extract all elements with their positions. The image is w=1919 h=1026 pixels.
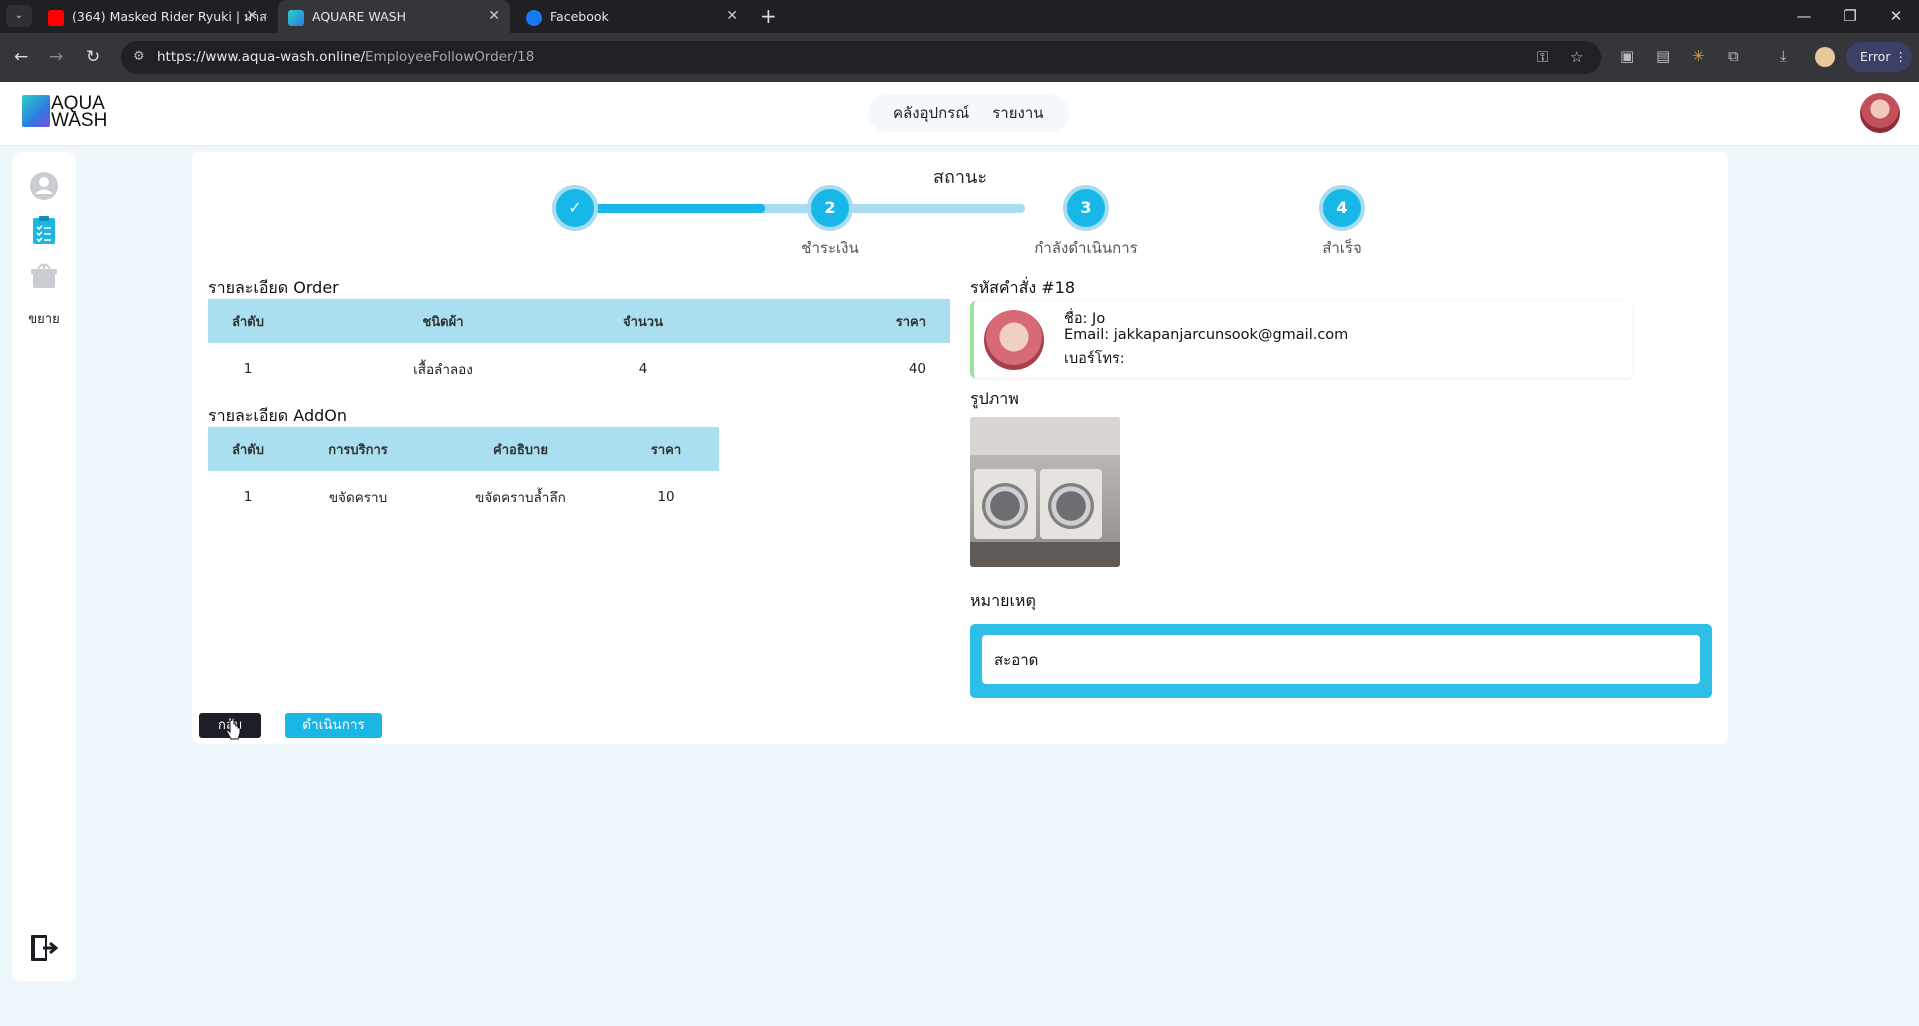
- tab-title: (364) Masked Rider Ryuki | มาสค์: [72, 9, 268, 24]
- column-header: ชนิดผ้า: [288, 299, 598, 343]
- customer-card: ชื่อ: Jo Email: jakkapanjarcunsook@gmail…: [970, 301, 1632, 378]
- step-4: 4: [1319, 185, 1365, 231]
- bookmark-star-icon[interactable]: ☆: [1570, 48, 1583, 66]
- close-icon[interactable]: ✕: [488, 0, 500, 33]
- avatar: [984, 310, 1044, 370]
- app-header: AQUA WASH คลังอุปกรณ์ รายงาน: [0, 82, 1919, 145]
- table-cell: ขจัดคราบล้ำลึก: [475, 490, 566, 506]
- table-cell: ขจัดคราบ: [328, 490, 388, 506]
- addon-table: ลำดับ การบริการ คำอธิบาย ราคา 1 ขจัดคราบ…: [208, 427, 719, 523]
- step-3: 3: [1063, 185, 1109, 231]
- step-2: 2: [807, 185, 853, 231]
- address-bar[interactable]: ⚙ https://www.aqua-wash.online/EmployeeF…: [121, 41, 1601, 74]
- tab-search-button[interactable]: ⌄: [6, 5, 32, 27]
- customer-email: Email: jakkapanjarcunsook@gmail.com: [1064, 327, 1349, 343]
- table-cell: 1: [243, 489, 253, 505]
- site-info-icon[interactable]: ⚙: [133, 49, 145, 64]
- restore-button[interactable]: ❐: [1827, 0, 1873, 33]
- forward-arrow-icon[interactable]: →: [49, 46, 63, 68]
- puzzle-icon[interactable]: ⧉: [1728, 47, 1739, 65]
- column-header: การบริการ: [288, 427, 428, 471]
- image-section-title: รูปภาพ: [970, 389, 1019, 408]
- user-icon[interactable]: [28, 170, 60, 202]
- aquawash-icon: [288, 9, 304, 26]
- tab-title: Facebook: [550, 9, 609, 24]
- step-3-label: กำลังดำเนินการ: [1034, 239, 1138, 257]
- logo-text: AQUA WASH: [51, 93, 108, 131]
- note-container: [970, 624, 1712, 698]
- browser-toolbar: ← → ↻ ⚙ https://www.aqua-wash.online/Emp…: [0, 33, 1919, 82]
- table-cell: 10: [657, 489, 675, 505]
- gift-box-icon[interactable]: [28, 260, 60, 292]
- table-row: 1 ขจัดคราบ ขจัดคราบล้ำลึก 10: [208, 471, 719, 523]
- reload-icon[interactable]: ↻: [86, 46, 100, 68]
- note-title: หมายเหตุ: [970, 591, 1036, 610]
- extension-icon[interactable]: ✳: [1692, 47, 1705, 65]
- tab-youtube[interactable]: (364) Masked Rider Ryuki | มาสค์ ✕: [38, 0, 268, 33]
- status-stepper: สถานะ ✓ 2 ชำระเงิน 3 กำลังดำเนินการ 4 สำ…: [192, 152, 1728, 262]
- close-window-button[interactable]: ✕: [1873, 0, 1919, 33]
- table-cell: 40: [908, 361, 926, 377]
- menu-item-inventory[interactable]: คลังอุปกรณ์: [893, 94, 969, 132]
- addon-section-title: รายละเอียด AddOn: [208, 406, 347, 425]
- logo-mark: [22, 95, 50, 127]
- tab-facebook[interactable]: Facebook ✕: [516, 0, 748, 33]
- column-header: จำนวน: [598, 299, 688, 343]
- column-header: คำอธิบาย: [428, 427, 613, 471]
- facebook-icon: [526, 9, 542, 26]
- order-code: รหัสคำสั่ง #18: [970, 278, 1076, 297]
- minimize-button[interactable]: —: [1781, 0, 1827, 33]
- step-progress: [575, 204, 765, 213]
- column-header: ลำดับ: [208, 299, 288, 343]
- youtube-icon: [48, 9, 64, 26]
- table-cell: 4: [638, 361, 648, 377]
- table-header-row: ลำดับ ชนิดผ้า จำนวน ราคา: [208, 299, 950, 343]
- sidebar: ขยาย: [12, 152, 76, 981]
- proceed-button[interactable]: ดำเนินการ: [285, 713, 382, 738]
- tab-aquawash[interactable]: AQUARE WASH ✕: [278, 0, 510, 33]
- menu-item-report[interactable]: รายงาน: [992, 94, 1043, 132]
- browser-tab-bar: ⌄ (364) Masked Rider Ryuki | มาสค์ ✕ AQU…: [0, 0, 1919, 33]
- download-icon[interactable]: ⤓: [1780, 47, 1787, 65]
- back-arrow-icon[interactable]: ←: [14, 46, 28, 68]
- order-card: สถานะ ✓ 2 ชำระเงิน 3 กำลังดำเนินการ 4 สำ…: [192, 152, 1728, 744]
- clipboard-list-icon[interactable]: [28, 214, 60, 246]
- url-text: https://www.aqua-wash.online/EmployeeFol…: [157, 49, 535, 65]
- table-header-row: ลำดับ การบริการ คำอธิบาย ราคา: [208, 427, 719, 471]
- password-key-icon[interactable]: ⚿: [1537, 48, 1548, 66]
- extension-icon[interactable]: ▤: [1656, 47, 1670, 65]
- table-cell: 1: [243, 361, 253, 377]
- table-cell: เสื้อลำลอง: [413, 362, 473, 378]
- avatar[interactable]: [1860, 93, 1900, 133]
- close-icon[interactable]: ✕: [726, 0, 738, 33]
- laundry-photo[interactable]: [970, 417, 1120, 567]
- logout-icon[interactable]: [28, 932, 60, 964]
- step-2-label: ชำระเงิน: [801, 239, 859, 257]
- step-4-label: สำเร็จ: [1322, 239, 1362, 257]
- order-table: ลำดับ ชนิดผ้า จำนวน ราคา 1 เสื้อลำลอง 4 …: [208, 299, 950, 395]
- tab-title: AQUARE WASH: [312, 9, 406, 24]
- step-1-done: ✓: [552, 185, 598, 231]
- extension-icon[interactable]: ▣: [1620, 47, 1634, 65]
- profile-avatar[interactable]: [1815, 47, 1835, 67]
- column-header: ราคา: [688, 299, 950, 343]
- error-button[interactable]: Error ⋮: [1846, 42, 1912, 72]
- column-header: ลำดับ: [208, 427, 288, 471]
- status-title: สถานะ: [933, 167, 987, 188]
- close-icon[interactable]: ✕: [246, 0, 258, 33]
- table-row: 1 เสื้อลำลอง 4 40: [208, 343, 950, 395]
- order-section-title: รายละเอียด Order: [208, 278, 339, 297]
- hand-cursor-icon: [226, 720, 241, 740]
- sidebar-item-sell-label[interactable]: ขยาย: [12, 308, 76, 329]
- top-menu: คลังอุปกรณ์ รายงาน: [868, 94, 1069, 132]
- note-input[interactable]: [982, 635, 1700, 684]
- logo[interactable]: AQUA WASH: [22, 93, 122, 131]
- customer-phone: เบอร์โทร:: [1064, 351, 1125, 367]
- column-header: ราคา: [613, 427, 719, 471]
- new-tab-button[interactable]: +: [760, 0, 777, 33]
